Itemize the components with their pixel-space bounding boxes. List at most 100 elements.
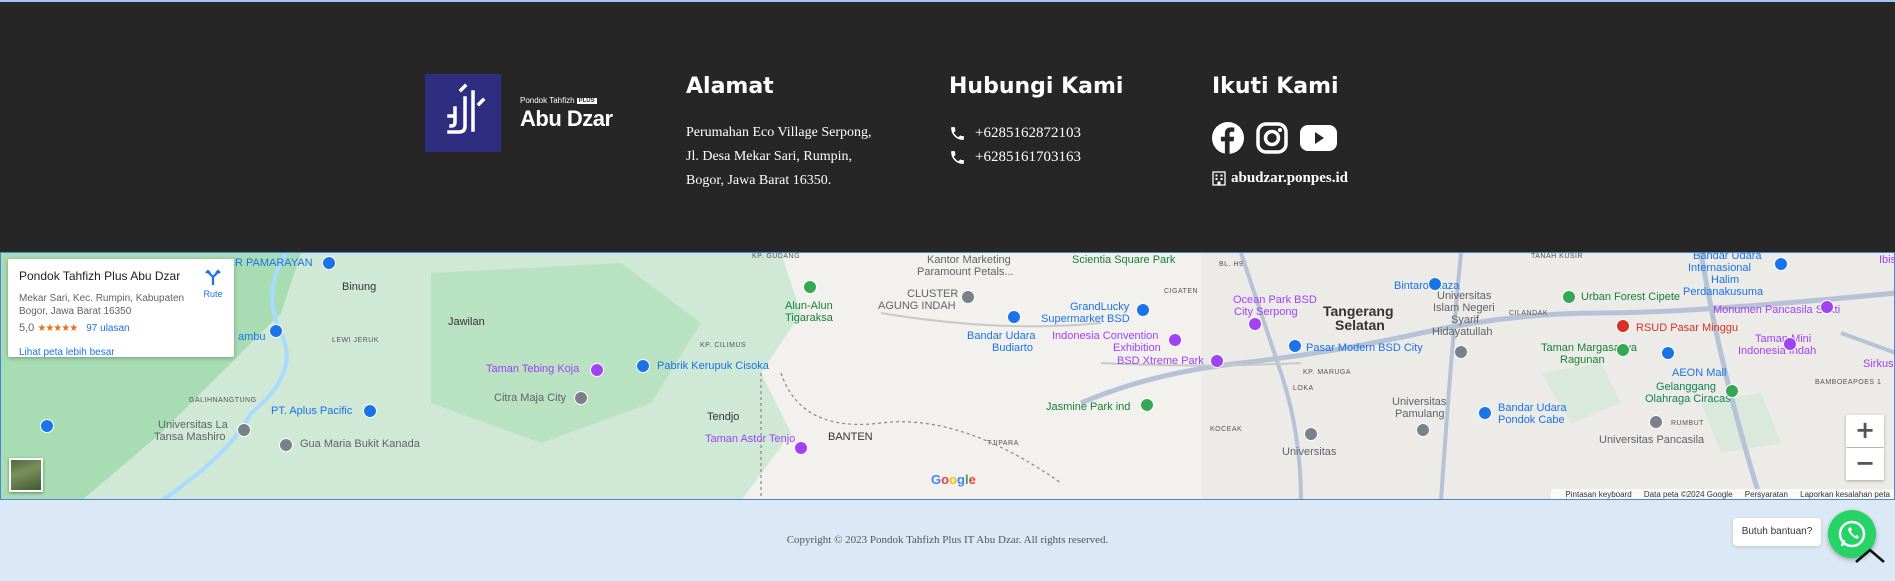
- airport-pin-icon[interactable]: [1478, 406, 1492, 420]
- reviews-link[interactable]: 97 ulasan: [86, 323, 129, 334]
- map-label: Gua Maria Bukit Kanada: [300, 438, 420, 450]
- phone-number-1: +6285162872103: [975, 124, 1081, 141]
- map-label: Internasional: [1688, 262, 1751, 274]
- map-label: GALIHNANGTUNG: [189, 397, 257, 404]
- place-pin-icon[interactable]: [1304, 427, 1318, 441]
- route-button[interactable]: Rute: [198, 269, 228, 299]
- google-logo: Google: [931, 472, 976, 487]
- social-heading: Ikuti Kami: [1212, 74, 1339, 99]
- airport-pin-icon[interactable]: [1774, 257, 1788, 271]
- map-label: BANTEN: [828, 431, 873, 443]
- embedded-map[interactable]: R PAMARAYAN Binung Jawilan ambu LEWI JER…: [0, 252, 1895, 500]
- zoom-out-button[interactable]: −: [1846, 448, 1884, 480]
- attraction-pin-icon[interactable]: [590, 363, 604, 377]
- attraction-pin-icon[interactable]: [1783, 337, 1797, 351]
- map-label: Alun-Alun: [785, 300, 833, 312]
- map-label: LOKA: [1293, 385, 1314, 392]
- map-label: Binung: [342, 281, 377, 293]
- park-pin-icon[interactable]: [1562, 290, 1576, 304]
- phone-link-1[interactable]: +6285162872103: [949, 123, 1081, 143]
- map-label: CIGATEN: [1164, 288, 1199, 295]
- copyright-text: Copyright © 2023 Pondok Tahfizh Plus IT …: [786, 534, 1109, 546]
- map-label: Olahraga Ciracas: [1645, 393, 1731, 405]
- map-label: KOCEAK: [1210, 426, 1243, 433]
- map-label: R PAMARAYAN: [235, 257, 313, 269]
- site-logo[interactable]: Pondok Tahfizh PLUS Abu Dzar: [425, 74, 613, 152]
- place-pin-icon[interactable]: [1454, 345, 1468, 359]
- keyboard-shortcuts-link[interactable]: Pintasan keyboard: [1565, 490, 1631, 499]
- attraction-pin-icon[interactable]: [1210, 354, 1224, 368]
- map-label: BAMBOEAPOES 1: [1815, 379, 1882, 386]
- instagram-icon[interactable]: [1256, 122, 1288, 154]
- place-pin-icon[interactable]: [574, 391, 588, 405]
- park-pin-icon[interactable]: [1725, 384, 1739, 398]
- shopping-pin-icon[interactable]: [1288, 339, 1302, 353]
- route-label: Rute: [203, 289, 223, 299]
- shopping-pin-icon[interactable]: [636, 359, 650, 373]
- larger-map-link[interactable]: Lihat peta lebih besar: [19, 347, 115, 358]
- map-label: PT. Aplus Pacific: [271, 405, 353, 417]
- map-label: Hidayatullah: [1432, 326, 1493, 338]
- map-label: Pamulang: [1395, 408, 1445, 420]
- airport-pin-icon[interactable]: [1007, 310, 1021, 324]
- satellite-toggle[interactable]: [9, 458, 43, 492]
- map-label: TANAH KUSIR: [1531, 253, 1584, 260]
- map-label: BSD Xtreme Park: [1117, 355, 1204, 367]
- map-label: Bandar Udara: [967, 330, 1036, 342]
- shopping-pin-icon[interactable]: [40, 419, 54, 433]
- shopping-pin-icon[interactable]: [363, 404, 377, 418]
- report-error-link[interactable]: Laporkan kesalahan peta: [1800, 490, 1890, 499]
- map-label: Taman Tebing Koja: [486, 363, 580, 375]
- contact-heading: Hubungi Kami: [949, 74, 1124, 99]
- hospital-pin-icon[interactable]: [1616, 319, 1630, 333]
- youtube-icon[interactable]: [1300, 122, 1337, 154]
- map-label: GrandLucky: [1070, 301, 1130, 313]
- place-pin-icon[interactable]: [237, 423, 251, 437]
- zoom-in-button[interactable]: +: [1846, 415, 1884, 447]
- map-label: KP. MARUGA: [1303, 369, 1352, 376]
- park-pin-icon[interactable]: [1616, 343, 1630, 357]
- phone-link-2[interactable]: +6285161703163: [949, 147, 1081, 167]
- attraction-pin-icon[interactable]: [1168, 333, 1182, 347]
- map-label: TJIPARA: [987, 440, 1019, 447]
- place-pin-icon[interactable]: [279, 438, 293, 452]
- map-label: Universitas: [1437, 290, 1492, 302]
- map-label: Jasmine Park ind: [1046, 401, 1131, 413]
- map-label: Universitas La: [158, 419, 228, 431]
- place-pin-icon[interactable]: [1416, 423, 1430, 437]
- website-link[interactable]: abudzar.ponpes.id: [1212, 170, 1348, 187]
- map-label: Urban Forest Cipete: [1581, 291, 1681, 303]
- park-pin-icon[interactable]: [1140, 398, 1154, 412]
- place-name: Pondok Tahfizh Plus Abu Dzar: [19, 269, 181, 283]
- park-pin-icon[interactable]: [803, 280, 817, 294]
- map-label: Ocean Park BSD: [1233, 294, 1317, 306]
- map-label: CILANDAK: [1509, 310, 1549, 317]
- map-label: Budiarto: [992, 342, 1033, 354]
- help-tooltip[interactable]: Butuh bantuan?: [1733, 518, 1821, 546]
- shopping-pin-icon[interactable]: [269, 324, 283, 338]
- shopping-pin-icon[interactable]: [1136, 303, 1150, 317]
- map-label: KP. CILIMUS: [700, 342, 747, 349]
- map-label: Taman Astor Tenjo: [705, 433, 796, 445]
- terms-link[interactable]: Persyaratan: [1745, 490, 1788, 499]
- map-attribution: Pintasan keyboard Data peta ©2024 Google…: [1551, 489, 1894, 499]
- shopping-pin-icon[interactable]: [1428, 277, 1442, 291]
- map-label: AEON Mall: [1672, 367, 1727, 379]
- map-label: Paramount Petals...: [917, 266, 1014, 278]
- place-pin-icon[interactable]: [961, 290, 975, 304]
- building-icon: [1212, 171, 1226, 186]
- map-label: Kantor Marketing: [927, 254, 1011, 266]
- map-label: Universitas: [1282, 446, 1337, 458]
- place-pin-icon[interactable]: [1649, 415, 1663, 429]
- scroll-to-top-icon[interactable]: [1852, 544, 1888, 568]
- map-label: RUMBUT: [1671, 420, 1704, 427]
- shopping-pin-icon[interactable]: [322, 256, 336, 270]
- map-label: Sirkus Wa: [1863, 358, 1894, 370]
- attraction-pin-icon[interactable]: [794, 441, 808, 455]
- shopping-pin-icon[interactable]: [1661, 346, 1675, 360]
- map-label: Indonesia Indah: [1738, 345, 1817, 357]
- facebook-icon[interactable]: [1212, 122, 1244, 154]
- attraction-pin-icon[interactable]: [1248, 317, 1262, 331]
- attraction-pin-icon[interactable]: [1820, 300, 1834, 314]
- logo-name: Abu Dzar: [520, 106, 613, 131]
